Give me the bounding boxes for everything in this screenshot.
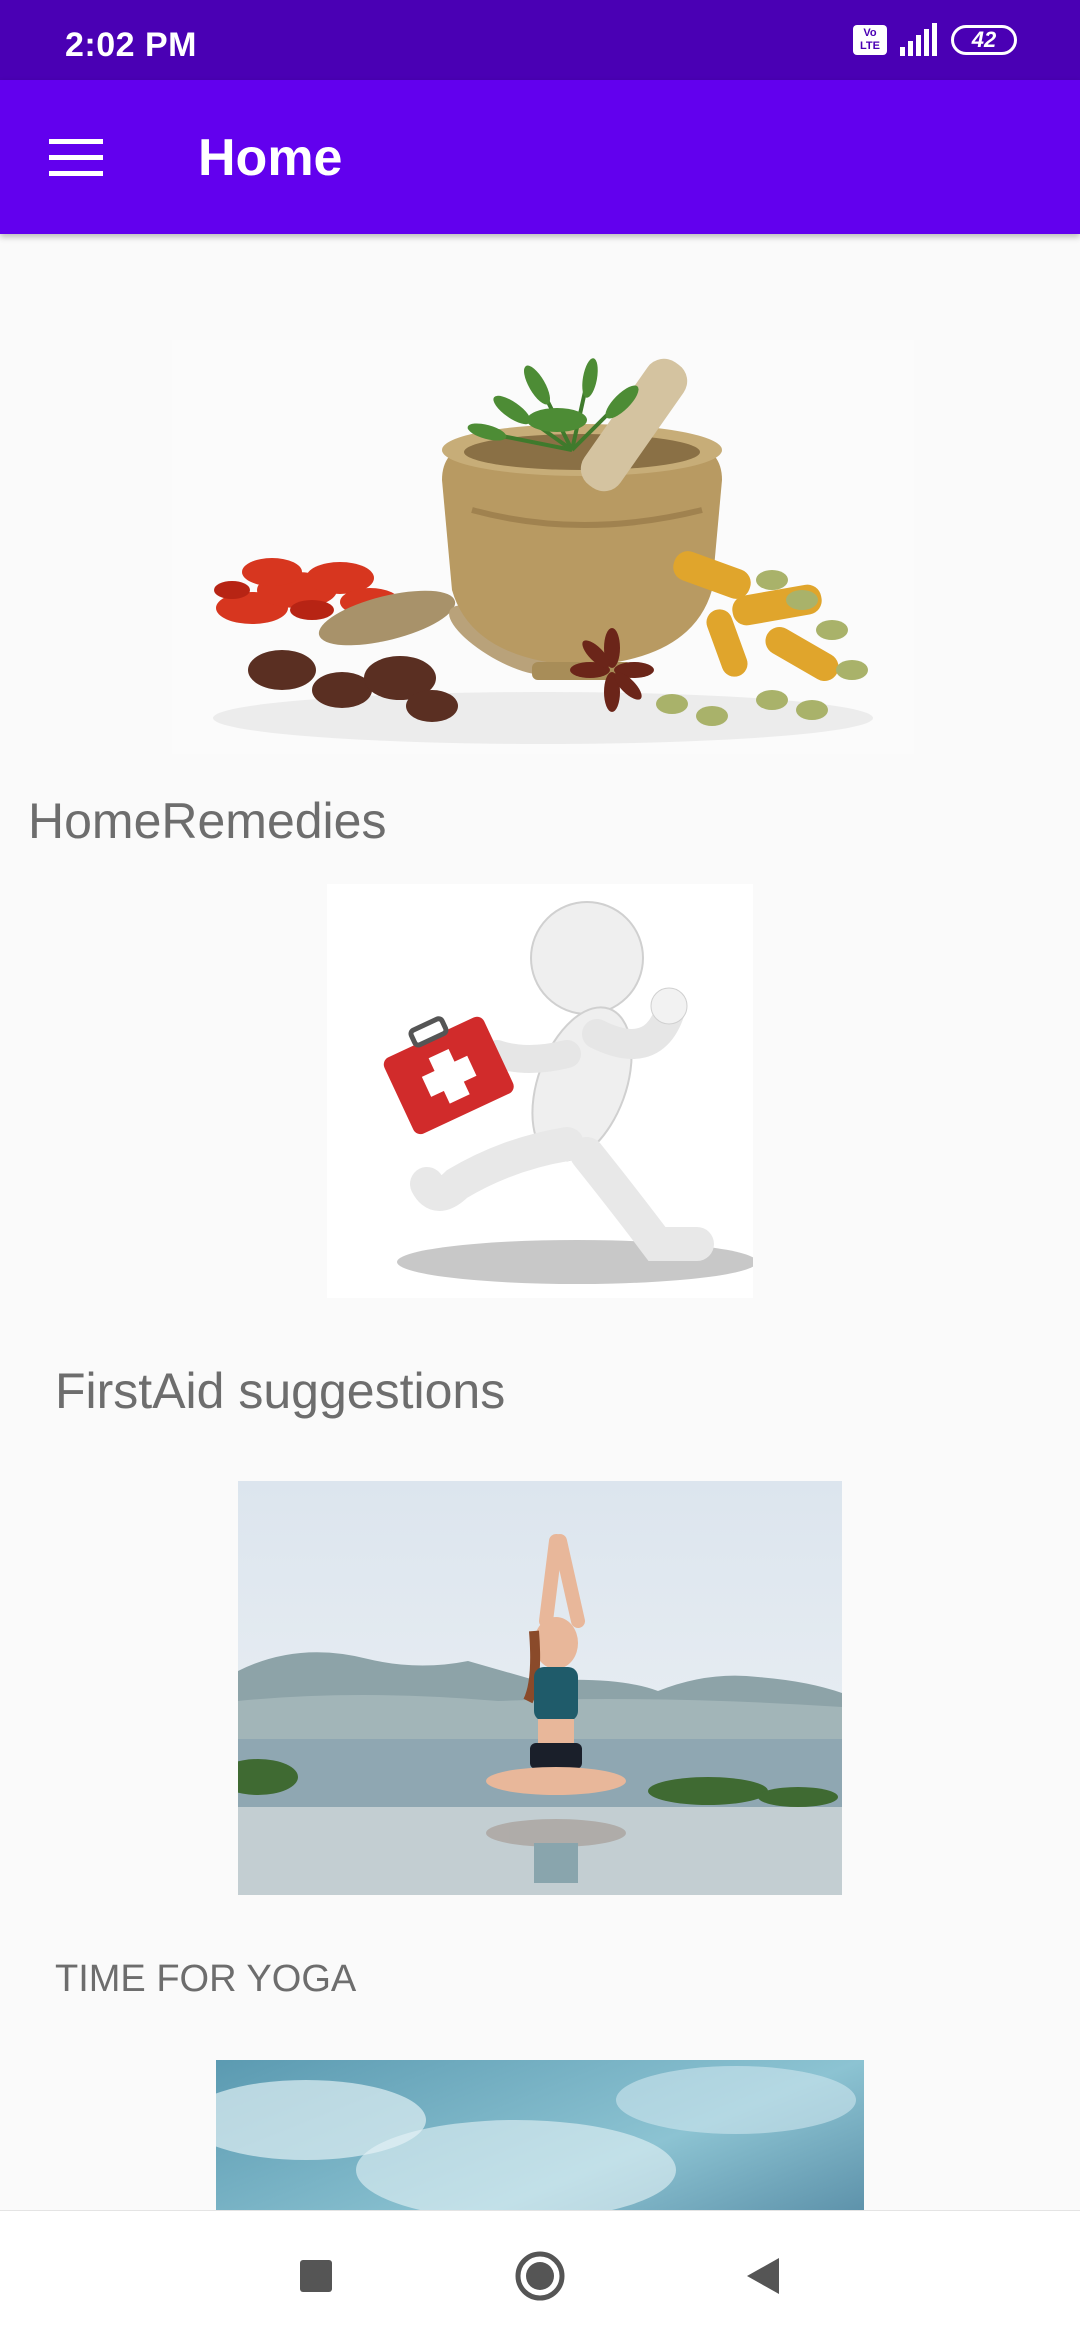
status-time: 2:02 PM xyxy=(65,26,197,64)
home-circle-icon xyxy=(515,2251,565,2301)
status-bar: 2:02 PM Vo LTE 42 xyxy=(0,0,1080,80)
recents-button[interactable] xyxy=(286,2246,346,2306)
first-aid-illustration xyxy=(327,884,753,1298)
cloudy-sky-image[interactable] xyxy=(216,2060,864,2210)
back-button[interactable] xyxy=(733,2246,793,2306)
signal-icon xyxy=(900,23,937,56)
back-triangle-icon xyxy=(747,2258,779,2294)
hamburger-menu-icon xyxy=(49,139,103,176)
recents-square-icon xyxy=(300,2260,332,2292)
yoga-illustration xyxy=(238,1481,842,1895)
section-caption-yoga: TIME FOR YOGA xyxy=(55,1958,357,2000)
herbs-and-spices-mortar-image[interactable] xyxy=(172,340,914,754)
status-icons: Vo LTE 42 xyxy=(853,22,1017,58)
section-caption-home-remedies: HomeRemedies xyxy=(28,793,387,849)
section-caption-first-aid: FirstAid suggestions xyxy=(55,1363,506,1419)
sky-illustration xyxy=(216,2060,864,2210)
running-figure-first-aid-kit-image[interactable] xyxy=(327,884,753,1298)
herbs-illustration xyxy=(172,340,914,754)
volte-icon: Vo LTE xyxy=(853,25,887,55)
menu-button[interactable] xyxy=(28,110,124,206)
home-button[interactable] xyxy=(510,2246,570,2306)
yoga-woman-meditating-image[interactable] xyxy=(238,1481,842,1895)
app-title: Home xyxy=(198,129,343,187)
app-bar: Home xyxy=(0,80,1080,234)
battery-icon: 42 xyxy=(951,25,1017,55)
phone-screen: 2:02 PM Vo LTE 42 Home HomeRemedies Firs… xyxy=(0,0,1080,2340)
system-navigation-bar xyxy=(0,2210,1080,2340)
home-content[interactable]: HomeRemedies FirstAid suggestions TIME F… xyxy=(0,234,1080,2210)
